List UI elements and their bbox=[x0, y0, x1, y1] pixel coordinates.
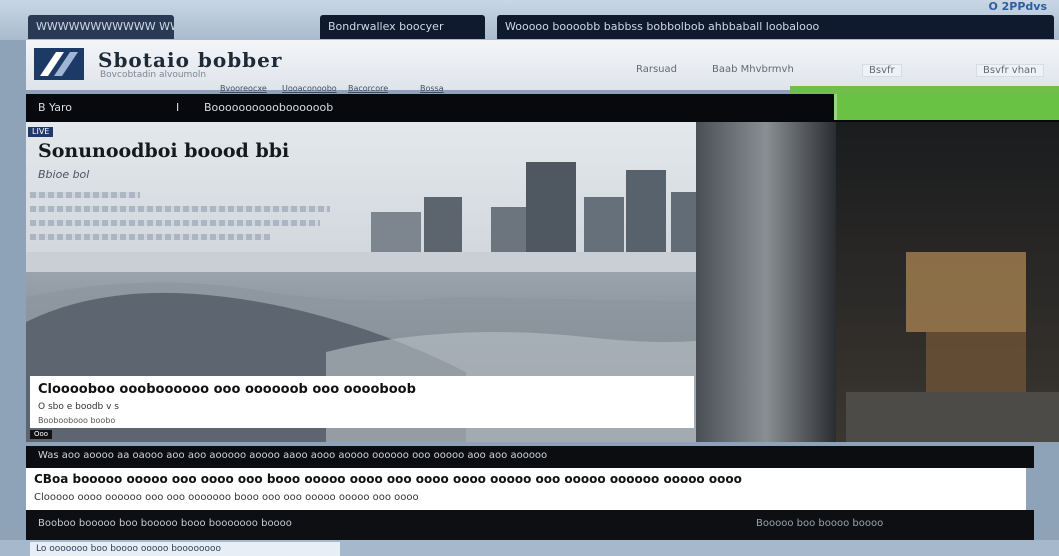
article-summary[interactable]: CBoa booooo ooooo ooo oooo ooo booo oooo… bbox=[26, 468, 1026, 510]
footer-right-text: Booooo boo boooo boooo bbox=[756, 518, 884, 529]
hero-badge: LIVE bbox=[28, 127, 54, 137]
footer-text: Booboo booooo boo booooo booo booooooo b… bbox=[38, 518, 292, 529]
hero-caption[interactable]: Clooooboo oooboooooo ooo oooooob ooo ooo… bbox=[30, 376, 694, 428]
top-right-label: O 2PPdvs bbox=[988, 0, 1047, 13]
caption-title[interactable]: Clooooboo oooboooooo ooo oooooob ooo ooo… bbox=[38, 382, 416, 397]
article-bar: Was aoo aoooo aa oaooo aoo aoo aooooo ao… bbox=[26, 446, 1034, 468]
header-link[interactable]: Baab Mhvbrmvh bbox=[712, 64, 794, 75]
header-accent-strip bbox=[790, 86, 1059, 94]
status-text: Lo ooooooo boo boooo ooooo boooooooo bbox=[30, 542, 340, 556]
article-excerpt: Clooooo oooo oooooo ooo ooo ooooooo booo… bbox=[34, 492, 419, 503]
nav-item[interactable]: B Yaro bbox=[38, 101, 72, 114]
site-logo-icon[interactable] bbox=[34, 48, 84, 80]
nav-green-panel[interactable] bbox=[834, 94, 1059, 120]
sub-link[interactable]: Bacorcore bbox=[348, 84, 388, 93]
hero-blur-line bbox=[30, 206, 330, 212]
browser-tab[interactable]: WWWWWWWWWWW WWW bbox=[28, 15, 174, 39]
header-link[interactable]: Bsvfr vhan bbox=[976, 64, 1044, 77]
site-header: Sbotaio bobber Bovcobtadin alvoumoln Rar… bbox=[26, 40, 1059, 90]
article-headline[interactable]: CBoa booooo ooooo ooo oooo ooo booo oooo… bbox=[34, 472, 742, 486]
caption-small: Booboobooo boobo bbox=[38, 416, 116, 425]
header-link[interactable]: Bsvfr bbox=[862, 64, 902, 77]
browser-tab[interactable]: Bondrwallex boocyer bbox=[320, 15, 485, 39]
hero-blur-line bbox=[30, 220, 320, 226]
site-tagline: Bovcobtadin alvoumoln bbox=[100, 70, 207, 80]
nav-item[interactable]: Booooooooooboooooob bbox=[204, 101, 333, 114]
site-title[interactable]: Sbotaio bobber bbox=[98, 48, 282, 72]
article-footer: Booboo booooo boo booooo booo booooooo b… bbox=[26, 510, 1034, 540]
main-nav: B Yaro I Booooooooooboooooob bbox=[26, 94, 1059, 122]
article-bar-text: Was aoo aoooo aa oaooo aoo aoo aooooo ao… bbox=[38, 450, 548, 461]
sub-link[interactable]: Bossa bbox=[420, 84, 444, 93]
hero-corner-badge: Ooo bbox=[30, 430, 53, 439]
sub-link[interactable]: Bvooreocxe bbox=[220, 84, 267, 93]
hero-title[interactable]: Sonunoodboi boood bbi bbox=[38, 140, 289, 162]
caption-meta: O sbo e boodb v s bbox=[38, 402, 119, 412]
browser-tab[interactable]: Wooooo boooobb babbss bobbolbob ahbbabal… bbox=[497, 15, 1054, 39]
sub-link[interactable]: Uooaconoobo bbox=[282, 84, 337, 93]
hero-blur-line bbox=[30, 192, 140, 198]
hero-subtitle: Bbioe bol bbox=[38, 168, 90, 181]
browser-tab-bar: WWWWWWWWWWW WWW Bondrwallex boocyer Wooo… bbox=[0, 0, 1059, 40]
hero-feature[interactable]: LIVE Sonunoodboi boood bbi Bbioe bol Clo… bbox=[26, 122, 1059, 442]
hero-blur-line bbox=[30, 234, 270, 240]
nav-item[interactable]: I bbox=[176, 101, 179, 114]
header-link[interactable]: Rarsuad bbox=[636, 64, 677, 75]
browser-status-bar: Lo ooooooo boo boooo ooooo boooooooo bbox=[0, 540, 1059, 556]
